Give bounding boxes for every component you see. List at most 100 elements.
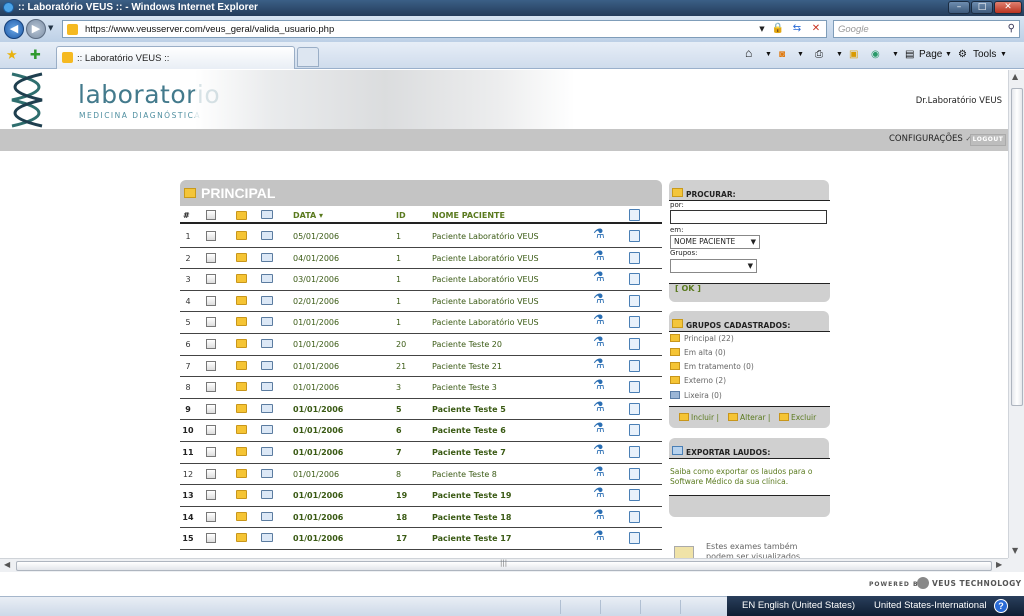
envelope-icon[interactable] — [261, 490, 273, 500]
row-id[interactable]: 1 — [396, 297, 401, 306]
report-icon[interactable] — [629, 251, 640, 264]
research-icon[interactable]: ▣ — [849, 49, 858, 60]
url-dropdown-icon[interactable]: ▼ — [754, 22, 770, 36]
microscope-icon[interactable]: ⚗ — [593, 228, 605, 243]
tab-laboratorio[interactable]: :: Laboratório VEUS :: — [56, 46, 295, 69]
scroll-up-icon[interactable]: ▲ — [1012, 72, 1018, 81]
folder-icon[interactable] — [236, 231, 247, 240]
folder-icon[interactable] — [236, 339, 247, 348]
envelope-icon[interactable] — [261, 468, 273, 478]
envelope-icon[interactable] — [261, 295, 273, 305]
col-date[interactable]: DATA ▾ — [293, 211, 323, 220]
row-date[interactable]: 05/01/2006 — [293, 232, 339, 241]
row-patient-name[interactable]: Paciente Teste 20 — [432, 340, 502, 349]
report-icon[interactable] — [629, 467, 640, 480]
row-id[interactable]: 5 — [396, 405, 402, 414]
table-row[interactable]: 9 01/01/2006 5 Paciente Teste 5 ⚗ — [180, 399, 662, 421]
export-description[interactable]: Saiba como exportar os laudos para o Sof… — [670, 467, 828, 487]
envelope-icon[interactable] — [261, 511, 273, 521]
tools-dropdown-icon[interactable]: ▼ — [1000, 51, 1007, 58]
row-id[interactable]: 7 — [396, 448, 402, 457]
row-id[interactable]: 1 — [396, 275, 401, 284]
folder-icon[interactable] — [236, 403, 247, 413]
print-dropdown-icon[interactable]: ▼ — [836, 51, 843, 58]
table-row[interactable]: 12 01/01/2006 8 Paciente Teste 8 ⚗ — [180, 464, 662, 486]
veus-brand[interactable]: VEUS TECHNOLOGY — [932, 579, 1022, 588]
row-checkbox[interactable] — [206, 360, 216, 371]
envelope-icon[interactable] — [261, 274, 273, 284]
table-row[interactable]: 13 01/01/2006 19 Paciente Teste 19 ⚗ — [180, 485, 662, 507]
delete-group-button[interactable]: Excluir — [779, 413, 816, 422]
microscope-icon[interactable]: ⚗ — [593, 314, 605, 329]
group-item-em-alta[interactable]: Em alta (0) — [670, 348, 726, 357]
history-dropdown-icon[interactable]: ▼ — [48, 24, 53, 32]
row-date[interactable]: 01/01/2006 — [293, 340, 339, 349]
row-id[interactable]: 3 — [396, 383, 401, 392]
report-icon[interactable] — [629, 510, 640, 523]
row-patient-name[interactable]: Paciente Teste 6 — [432, 426, 506, 435]
row-checkbox[interactable] — [206, 252, 216, 263]
folder-icon[interactable] — [236, 382, 247, 392]
table-row[interactable]: 15 01/01/2006 17 Paciente Teste 17 ⚗ — [180, 528, 662, 550]
microscope-icon[interactable]: ⚗ — [593, 400, 605, 416]
row-checkbox[interactable] — [206, 490, 216, 501]
microscope-icon[interactable]: ⚗ — [593, 465, 605, 481]
lock-icon[interactable]: 🔒 — [770, 22, 786, 36]
envelope-icon[interactable] — [261, 360, 273, 370]
language-selector[interactable]: EN English (United States) — [742, 600, 855, 611]
table-row[interactable]: 11 01/01/2006 7 Paciente Teste 7 ⚗ — [180, 442, 662, 464]
horizontal-scrollbar[interactable]: ◀ ||| ▶ — [0, 558, 1008, 572]
table-row[interactable]: 1 05/01/2006 1 Paciente Laboratório VEUS ⚗ — [180, 226, 662, 248]
microscope-icon[interactable]: ⚗ — [593, 357, 605, 373]
report-icon[interactable] — [629, 489, 640, 502]
row-patient-name[interactable]: Paciente Teste 18 — [432, 513, 511, 522]
envelope-icon[interactable] — [261, 425, 273, 435]
row-id[interactable]: 6 — [396, 426, 402, 435]
row-checkbox[interactable] — [206, 231, 216, 241]
envelope-icon[interactable] — [261, 403, 273, 413]
microscope-icon[interactable]: ⚗ — [593, 444, 605, 459]
table-row[interactable]: 8 01/01/2006 3 Paciente Teste 3 ⚗ — [180, 377, 662, 399]
folder-icon[interactable] — [236, 511, 247, 521]
folder-icon[interactable] — [236, 425, 247, 435]
table-row[interactable]: 14 01/01/2006 18 Paciente Teste 18 ⚗ — [180, 507, 662, 529]
row-patient-name[interactable]: Paciente Laboratório VEUS — [432, 275, 539, 284]
refresh-icon[interactable]: ⇆ — [789, 22, 805, 36]
report-icon[interactable] — [629, 532, 640, 545]
folder-icon[interactable] — [236, 490, 247, 500]
microscope-icon[interactable]: ⚗ — [593, 249, 605, 265]
report-icon[interactable] — [629, 294, 640, 307]
microscope-icon[interactable]: ⚗ — [593, 292, 605, 308]
row-id[interactable]: 1 — [396, 254, 401, 263]
row-date[interactable]: 01/01/2006 — [293, 448, 343, 457]
row-date[interactable]: 01/01/2006 — [293, 383, 339, 392]
scroll-left-icon[interactable]: ◀ — [4, 560, 10, 569]
vertical-scroll-thumb[interactable] — [1011, 88, 1023, 406]
row-date[interactable]: 03/01/2006 — [293, 275, 339, 284]
row-checkbox[interactable] — [206, 382, 216, 393]
new-tab-button[interactable] — [297, 47, 319, 67]
row-patient-name[interactable]: Paciente Laboratório VEUS — [432, 254, 539, 263]
microscope-icon[interactable]: ⚗ — [593, 530, 605, 545]
row-checkbox[interactable] — [206, 468, 216, 479]
stop-icon[interactable]: ✕ — [808, 22, 824, 36]
keyboard-layout[interactable]: United States-International — [874, 600, 986, 611]
table-row[interactable]: 6 01/01/2006 20 Paciente Teste 20 ⚗ — [180, 334, 662, 356]
microscope-icon[interactable]: ⚗ — [593, 487, 605, 502]
report-icon[interactable] — [629, 338, 640, 350]
translate-dropdown-icon[interactable]: ▼ — [892, 51, 899, 58]
microscope-icon[interactable]: ⚗ — [593, 508, 605, 524]
row-date[interactable]: 01/01/2006 — [293, 426, 343, 435]
row-checkbox[interactable] — [206, 295, 216, 306]
group-item-externo[interactable]: Externo (2) — [670, 376, 726, 385]
row-patient-name[interactable]: Paciente Teste 8 — [432, 470, 497, 479]
logout-button[interactable]: LOGOUT — [970, 134, 1006, 146]
report-icon[interactable] — [629, 446, 640, 458]
row-id[interactable]: 20 — [396, 340, 406, 349]
table-row[interactable]: 2 04/01/2006 1 Paciente Laboratório VEUS ⚗ — [180, 248, 662, 270]
row-id[interactable]: 17 — [396, 534, 407, 543]
group-item-lixeira[interactable]: Lixeira (0) — [670, 391, 722, 400]
row-date[interactable]: 01/01/2006 — [293, 534, 343, 543]
page-menu[interactable]: Page — [919, 49, 942, 60]
row-checkbox[interactable] — [206, 511, 216, 522]
